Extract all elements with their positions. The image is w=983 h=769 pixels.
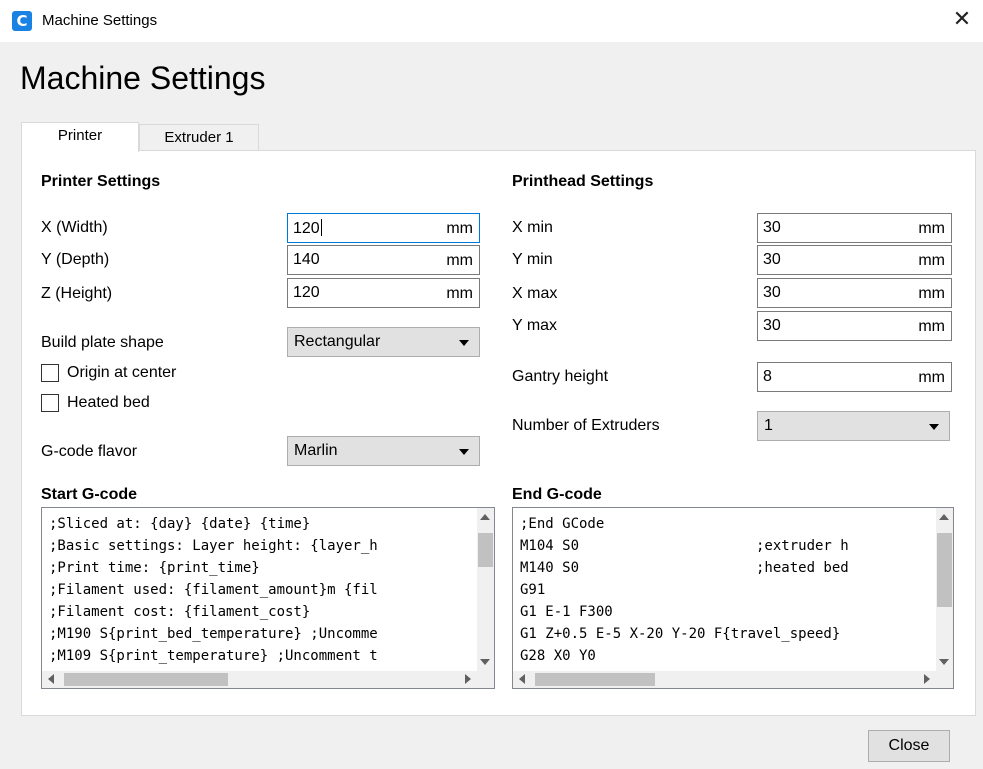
z-height-label: Z (Height) [41,285,113,302]
scroll-down-icon[interactable] [939,659,949,665]
number-of-extruders-value: 1 [764,417,773,434]
start-gcode-editor[interactable]: ;Sliced at: {day} {date} {time} ;Basic s… [41,507,495,689]
tab-panel-printer: Printer Settings X (Width) 120 mm Y (Dep… [21,150,976,716]
window-title: Machine Settings [42,12,158,29]
x-max-label: X max [512,285,558,302]
x-max-field[interactable]: 30 mm [757,278,952,308]
y-min-unit: mm [918,252,945,269]
start-gcode-title: Start G-code [41,486,138,503]
end-gcode-title: End G-code [512,486,602,503]
printhead-settings-title: Printhead Settings [512,173,654,190]
y-depth-label: Y (Depth) [41,251,110,268]
scroll-right-icon[interactable] [465,674,471,684]
page-title: Machine Settings [20,60,266,96]
scroll-corner [477,671,494,688]
scroll-thumb[interactable] [535,673,655,686]
build-plate-shape-label: Build plate shape [41,334,164,351]
close-window-icon[interactable]: ✕ [945,4,979,36]
y-min-field[interactable]: 30 mm [757,245,952,275]
chevron-down-icon [929,424,939,430]
gantry-height-unit: mm [918,369,945,386]
tab-printer[interactable]: Printer [21,122,139,152]
number-of-extruders-label: Number of Extruders [512,417,660,434]
start-gcode-vscroll[interactable] [477,508,494,671]
scroll-down-icon[interactable] [480,659,490,665]
y-depth-value: 140 [293,251,320,268]
y-max-field[interactable]: 30 mm [757,311,952,341]
title-bar: C Machine Settings ✕ [0,0,983,42]
scroll-up-icon[interactable] [480,514,490,520]
chevron-down-icon [459,449,469,455]
x-max-unit: mm [918,285,945,302]
tab-extruder-1[interactable]: Extruder 1 [139,124,259,151]
chevron-down-icon [459,340,469,346]
gcode-flavor-dropdown[interactable]: Marlin [287,436,480,466]
x-width-label: X (Width) [41,219,108,236]
x-width-value: 120 [293,220,320,237]
end-gcode-hscroll[interactable] [513,671,936,688]
machine-settings-dialog: C Machine Settings ✕ Machine Settings Pr… [0,0,983,769]
y-max-unit: mm [918,318,945,335]
scroll-thumb[interactable] [64,673,228,686]
heated-bed-label: Heated bed [67,394,150,411]
end-gcode-editor[interactable]: ;End GCode M104 S0 ;extruder h M140 S0 ;… [512,507,954,689]
build-plate-shape-value: Rectangular [294,333,381,350]
start-gcode-hscroll[interactable] [42,671,477,688]
heated-bed-checkbox[interactable] [41,394,59,412]
end-gcode-vscroll[interactable] [936,508,953,671]
y-min-value: 30 [763,251,781,268]
z-height-unit: mm [446,285,473,302]
cura-logo-icon: C [12,11,32,31]
y-max-label: Y max [512,317,558,334]
printer-settings-title: Printer Settings [41,173,161,190]
z-height-value: 120 [293,284,320,301]
gcode-flavor-label: G-code flavor [41,443,138,460]
text-caret [320,219,322,236]
gantry-height-label: Gantry height [512,368,609,385]
origin-at-center-checkbox[interactable] [41,364,59,382]
x-min-value: 30 [763,219,781,236]
y-depth-unit: mm [446,252,473,269]
scroll-left-icon[interactable] [48,674,54,684]
end-gcode-text: ;End GCode M104 S0 ;extruder h M140 S0 ;… [520,516,849,664]
gcode-flavor-value: Marlin [294,442,338,459]
start-gcode-text: ;Sliced at: {day} {date} {time} ;Basic s… [49,516,378,664]
origin-at-center-label: Origin at center [67,364,177,381]
y-min-label: Y min [512,251,553,268]
z-height-field[interactable]: 120 mm [287,278,480,308]
build-plate-shape-dropdown[interactable]: Rectangular [287,327,480,357]
y-max-value: 30 [763,317,781,334]
x-width-field[interactable]: 120 mm [287,213,480,243]
x-width-unit: mm [446,220,473,237]
x-max-value: 30 [763,284,781,301]
y-depth-field[interactable]: 140 mm [287,245,480,275]
number-of-extruders-dropdown[interactable]: 1 [757,411,950,441]
scroll-right-icon[interactable] [924,674,930,684]
x-min-unit: mm [918,220,945,237]
x-min-field[interactable]: 30 mm [757,213,952,243]
scroll-up-icon[interactable] [939,514,949,520]
gantry-height-field[interactable]: 8 mm [757,362,952,392]
scroll-thumb[interactable] [478,533,493,567]
scroll-thumb[interactable] [937,533,952,607]
scroll-left-icon[interactable] [519,674,525,684]
scroll-corner [936,671,953,688]
x-min-label: X min [512,219,553,236]
gantry-height-value: 8 [763,368,772,385]
close-button[interactable]: Close [868,730,950,762]
